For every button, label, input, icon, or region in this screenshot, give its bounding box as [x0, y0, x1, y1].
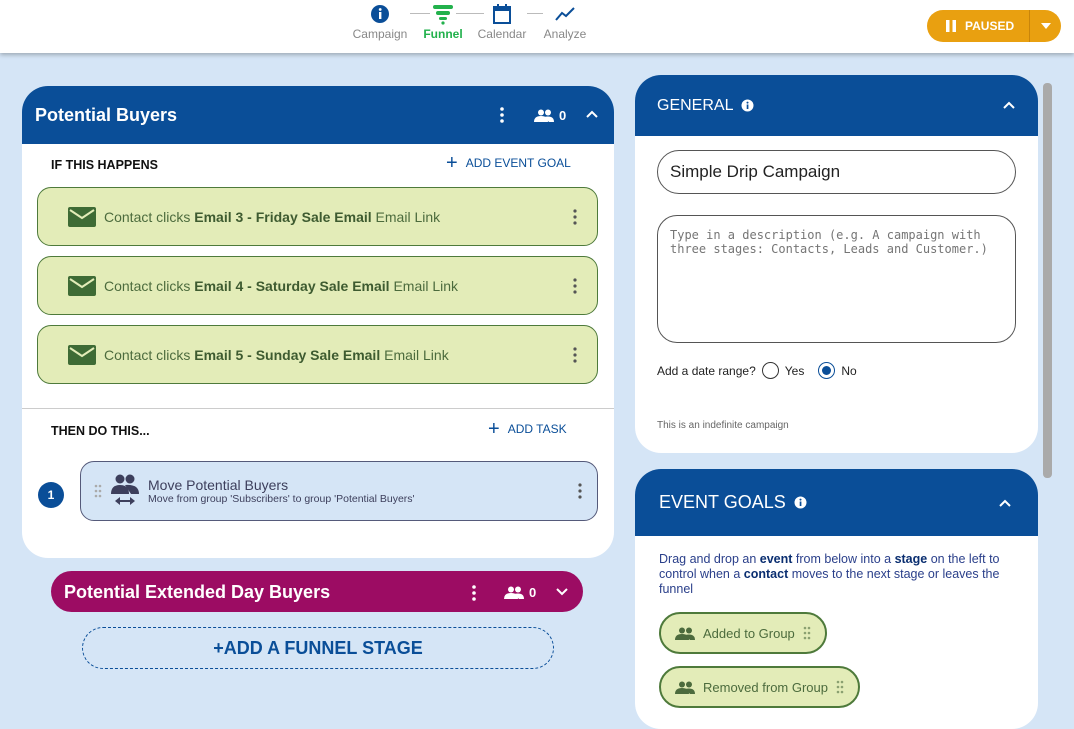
task-title: Move Potential Buyers: [148, 477, 289, 493]
nav-step-funnel[interactable]: Funnel: [422, 3, 464, 41]
contact-count: 0: [529, 585, 537, 600]
more-vert-icon[interactable]: [573, 208, 577, 225]
stage-title: Potential Buyers: [35, 104, 178, 125]
task-card[interactable]: Move Potential Buyers Move from group 'S…: [80, 461, 598, 521]
status-button[interactable]: PAUSED: [927, 10, 1061, 42]
event-goal-card[interactable]: Contact clicks Email 5 - Sunday Sale Ema…: [37, 325, 598, 384]
contact-count: 0: [559, 108, 567, 123]
task-number: 1: [38, 482, 64, 508]
plus-icon: +: [446, 152, 458, 174]
campaign-note: This is an indefinite campaign: [657, 420, 789, 431]
info-icon[interactable]: [794, 496, 807, 509]
campaign-name-input[interactable]: [657, 150, 1016, 194]
info-icon: [371, 5, 389, 23]
drag-handle-icon[interactable]: [94, 484, 102, 498]
chevron-down-icon[interactable]: [556, 588, 568, 596]
drag-handle-icon[interactable]: [836, 680, 844, 694]
move-group-icon: [111, 474, 139, 505]
task-subtitle: Move from group 'Subscribers' to group '…: [148, 493, 415, 505]
then-do-this-label: THEN DO THIS...: [51, 424, 150, 438]
more-vert-icon[interactable]: [500, 107, 504, 123]
pause-icon: [946, 20, 956, 32]
stage-header[interactable]: Potential Buyers 0: [22, 86, 614, 144]
general-panel: GENERAL Add a date range? Yes No This is…: [635, 75, 1038, 453]
stage-title: Potential Extended Day Buyers: [64, 582, 331, 602]
funnel-stage-2[interactable]: Potential Extended Day Buyers 0: [51, 571, 583, 612]
nav-step-analyze[interactable]: Analyze: [540, 3, 590, 41]
event-chip[interactable]: Added to Group: [659, 612, 827, 654]
status-dropdown-toggle[interactable]: [1030, 23, 1061, 29]
scrollbar-thumb[interactable]: [1043, 83, 1052, 478]
drag-handle-icon[interactable]: [803, 626, 811, 640]
add-funnel-stage-button[interactable]: + ADD A FUNNEL STAGE: [82, 627, 554, 669]
event-goal-card[interactable]: Contact clicks Email 3 - Friday Sale Ema…: [37, 187, 598, 246]
more-vert-icon[interactable]: [472, 585, 476, 601]
description-input[interactable]: [657, 215, 1016, 343]
panel-title: GENERAL: [657, 96, 734, 114]
group-icon: [534, 109, 554, 122]
radio-yes[interactable]: [761, 362, 779, 379]
panel-title: EVENT GOALS: [659, 492, 786, 512]
group-icon: [675, 627, 695, 640]
trend-icon: [555, 7, 575, 21]
email-icon: [68, 344, 96, 365]
if-this-happens-label: IF THIS HAPPENS: [51, 158, 158, 172]
chevron-up-icon[interactable]: [999, 499, 1011, 507]
plus-icon: +: [488, 418, 500, 440]
chevron-up-icon[interactable]: [1003, 101, 1015, 109]
event-goals-panel: EVENT GOALS Drag and drop an event from …: [635, 469, 1038, 729]
calendar-icon: [493, 4, 511, 24]
info-icon[interactable]: [741, 99, 754, 112]
more-vert-icon[interactable]: [573, 346, 577, 363]
funnel-stage-1: Potential Buyers 0 IF THIS HAPPENS + ADD …: [22, 86, 614, 558]
more-vert-icon[interactable]: [573, 277, 577, 294]
funnel-icon: [433, 5, 453, 25]
email-icon: [68, 275, 96, 296]
more-vert-icon[interactable]: [578, 483, 582, 499]
chevron-down-icon: [1040, 23, 1051, 29]
event-goal-card[interactable]: Contact clicks Email 4 - Saturday Sale E…: [37, 256, 598, 315]
add-task-button[interactable]: + ADD TASK: [488, 418, 567, 440]
divider: [22, 408, 614, 409]
event-chip[interactable]: Removed from Group: [659, 666, 860, 708]
radio-no[interactable]: [818, 362, 836, 379]
email-icon: [68, 206, 96, 227]
date-range-label: Add a date range?: [657, 363, 756, 378]
group-icon: [675, 681, 695, 694]
add-event-goal-button[interactable]: + ADD EVENT GOAL: [446, 152, 571, 174]
chevron-up-icon[interactable]: [586, 110, 598, 118]
nav-step-campaign[interactable]: Campaign: [351, 3, 409, 41]
event-goals-description: Drag and drop an event from below into a…: [659, 552, 1000, 596]
top-bar: Campaign Funnel Calendar Analyze PAUSED: [0, 0, 1074, 53]
nav-step-calendar[interactable]: Calendar: [476, 3, 528, 41]
group-icon: [504, 586, 524, 599]
